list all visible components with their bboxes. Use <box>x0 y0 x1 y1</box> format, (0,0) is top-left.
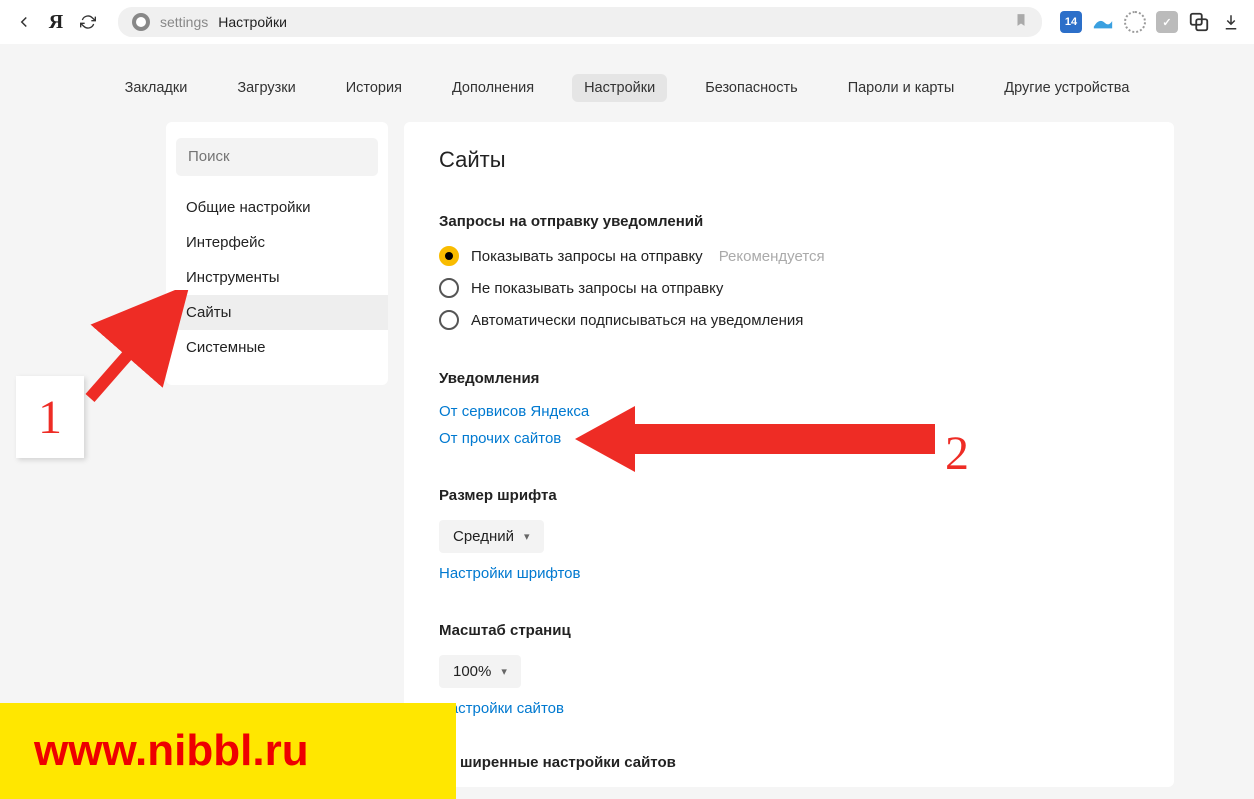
radio-hide-requests[interactable]: Не показывать запросы на отправку <box>439 278 1139 298</box>
annotation-box-1: 1 <box>16 376 84 458</box>
tab-downloads[interactable]: Загрузки <box>225 74 307 102</box>
font-title: Размер шрифта <box>439 487 1139 504</box>
link-other-sites[interactable]: От прочих сайтов <box>439 430 1139 447</box>
back-button[interactable] <box>12 10 36 34</box>
radio-label: Автоматически подписываться на уведомлен… <box>471 312 803 329</box>
notif-title: Уведомления <box>439 370 1139 387</box>
sidebar-item-general[interactable]: Общие настройки <box>166 190 388 225</box>
browser-toolbar: Я settings Настройки 14 ✓ <box>0 0 1254 44</box>
chevron-down-icon: ▾ <box>501 665 507 678</box>
tab-extensions[interactable]: Дополнения <box>440 74 546 102</box>
settings-tabs: Закладки Загрузки История Дополнения Нас… <box>0 44 1254 122</box>
radio-auto-subscribe[interactable]: Автоматически подписываться на уведомлен… <box>439 310 1139 330</box>
zoom-value: 100% <box>453 663 491 680</box>
bookmark-icon[interactable] <box>1014 13 1028 32</box>
content-area: Общие настройки Интерфейс Инструменты Са… <box>0 122 1254 787</box>
link-site-settings[interactable]: Настройки сайтов <box>439 700 1139 717</box>
section-notifications: Уведомления От сервисов Яндекса От прочи… <box>439 370 1139 447</box>
notif-req-title: Запросы на отправку уведомлений <box>439 213 1139 230</box>
sidebar-item-interface[interactable]: Интерфейс <box>166 225 388 260</box>
radio-icon <box>439 310 459 330</box>
radio-icon <box>439 278 459 298</box>
chevron-down-icon: ▾ <box>524 530 530 543</box>
main-panel: Сайты Запросы на отправку уведомлений По… <box>404 122 1174 787</box>
ext-icon-4[interactable]: ✓ <box>1156 11 1178 33</box>
yandex-logo[interactable]: Я <box>44 10 68 34</box>
link-yandex-services[interactable]: От сервисов Яндекса <box>439 403 1139 420</box>
address-title: Настройки <box>218 14 287 30</box>
tab-passwords[interactable]: Пароли и карты <box>836 74 967 102</box>
tab-settings[interactable]: Настройки <box>572 74 667 102</box>
radio-icon <box>439 246 459 266</box>
annotation-number-1: 1 <box>38 390 62 445</box>
toolbar-extensions: 14 ✓ <box>1060 11 1242 33</box>
zoom-title: Масштаб страниц <box>439 622 1139 639</box>
address-bar[interactable]: settings Настройки <box>118 7 1042 37</box>
tab-history[interactable]: История <box>334 74 414 102</box>
section-notif-requests: Запросы на отправку уведомлений Показыва… <box>439 213 1139 330</box>
address-prefix: settings <box>160 14 208 30</box>
page-title: Сайты <box>439 147 1139 173</box>
ext-icon-2[interactable] <box>1092 11 1114 33</box>
link-font-settings[interactable]: Настройки шрифтов <box>439 565 1139 582</box>
download-icon[interactable] <box>1220 11 1242 33</box>
sidebar-item-sites[interactable]: Сайты <box>166 295 388 330</box>
zoom-select[interactable]: 100% ▾ <box>439 655 521 688</box>
recommended-label: Рекомендуется <box>719 248 825 265</box>
watermark-box: www.nibbl.ru <box>0 703 456 799</box>
section-zoom: Масштаб страниц 100% ▾ Настройки сайтов <box>439 622 1139 717</box>
reload-button[interactable] <box>76 10 100 34</box>
ext-icon-3[interactable] <box>1124 11 1146 33</box>
font-size-value: Средний <box>453 528 514 545</box>
font-size-select[interactable]: Средний ▾ <box>439 520 544 553</box>
ext-icon-5[interactable] <box>1188 11 1210 33</box>
search-input[interactable] <box>188 148 366 165</box>
tab-devices[interactable]: Другие устройства <box>992 74 1141 102</box>
settings-sidebar: Общие настройки Интерфейс Инструменты Са… <box>166 122 388 385</box>
annotation-number-2: 2 <box>945 426 969 481</box>
sidebar-item-system[interactable]: Системные <box>166 330 388 365</box>
site-icon <box>132 13 150 31</box>
tab-bookmarks[interactable]: Закладки <box>113 74 200 102</box>
radio-label: Не показывать запросы на отправку <box>471 280 723 297</box>
ext-icon-1[interactable]: 14 <box>1060 11 1082 33</box>
sidebar-item-tools[interactable]: Инструменты <box>166 260 388 295</box>
radio-label: Показывать запросы на отправку <box>471 248 703 265</box>
watermark-text: www.nibbl.ru <box>34 726 309 776</box>
sidebar-search[interactable] <box>176 138 378 176</box>
section-font-size: Размер шрифта Средний ▾ Настройки шрифто… <box>439 487 1139 582</box>
tab-security[interactable]: Безопасность <box>693 74 810 102</box>
advanced-settings-partial: ширенные настройки сайтов <box>460 754 676 771</box>
radio-show-requests[interactable]: Показывать запросы на отправку Рекоменду… <box>439 246 1139 266</box>
